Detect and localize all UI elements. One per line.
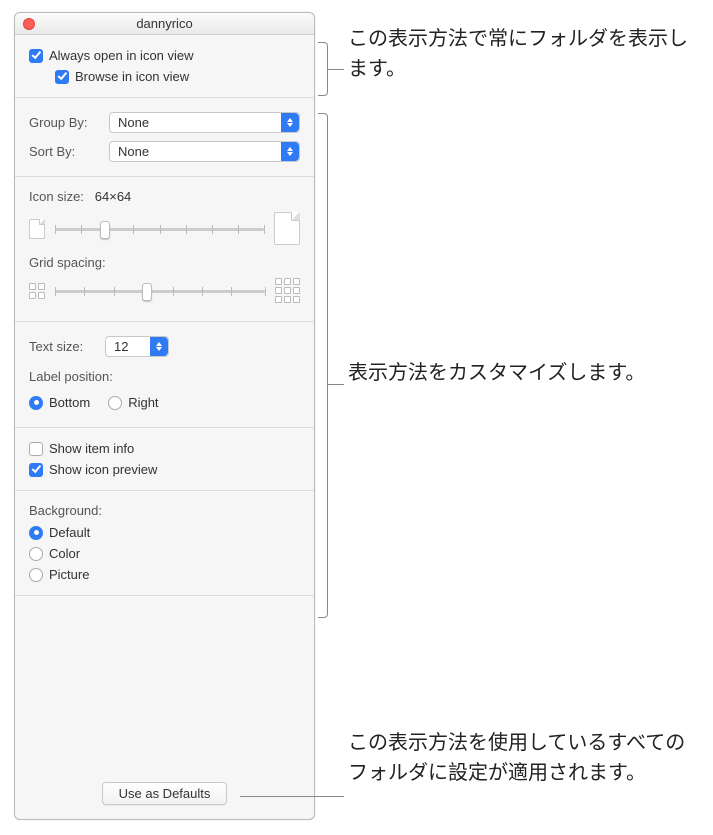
grid-spacing-label: Grid spacing: (29, 253, 300, 274)
bracket-top (318, 42, 328, 96)
section-show: Show item info Show icon preview (15, 428, 314, 491)
section-background: Background: Default Color Picture (15, 491, 314, 596)
show-icon-preview-label: Show icon preview (49, 462, 157, 477)
sort-by-value: None (118, 144, 149, 159)
show-icon-preview-checkbox[interactable] (29, 463, 43, 477)
background-picture-radio[interactable] (29, 568, 43, 582)
grid-spacing-slider[interactable] (55, 281, 265, 301)
callout-line-top (328, 69, 344, 70)
document-large-icon (274, 212, 300, 245)
label-right-text: Right (128, 395, 158, 410)
label-bottom-radio[interactable] (29, 396, 43, 410)
annotation-top: この表示方法で常にフォルダを表示します。 (348, 24, 698, 84)
updown-icon (150, 337, 168, 356)
updown-icon (281, 113, 299, 132)
updown-icon (281, 142, 299, 161)
grid-large-icon (275, 278, 300, 303)
callout-line-mid (328, 384, 344, 385)
label-position-label: Label position: (29, 361, 300, 388)
titlebar: dannyrico (15, 13, 314, 35)
background-picture-text: Picture (49, 567, 89, 582)
grid-small-icon (29, 283, 45, 299)
window-title: dannyrico (136, 16, 192, 31)
show-item-info-label: Show item info (49, 441, 134, 456)
always-open-label: Always open in icon view (49, 48, 194, 63)
section-always-open: Always open in icon view Browse in icon … (15, 35, 314, 98)
document-small-icon (29, 219, 45, 239)
annotation-bottom: この表示方法を使用しているすべてのフォルダに設定が適用されます。 (348, 728, 698, 788)
browse-in-icon-checkbox[interactable] (55, 70, 69, 84)
sort-by-select[interactable]: None (109, 141, 300, 162)
icon-size-slider[interactable] (55, 219, 264, 239)
bracket-mid (318, 113, 328, 618)
section-sort: Group By: None Sort By: None (15, 98, 314, 177)
section-icon-size: Icon size: 64×64 Grid spacing: (15, 177, 314, 322)
background-default-text: Default (49, 525, 90, 540)
callout-line-bottom (240, 796, 344, 797)
group-by-label: Group By: (29, 115, 101, 130)
background-color-radio[interactable] (29, 547, 43, 561)
footer: Use as Defaults (15, 768, 314, 819)
background-color-text: Color (49, 546, 80, 561)
group-by-value: None (118, 115, 149, 130)
always-open-checkbox[interactable] (29, 49, 43, 63)
sort-by-label: Sort By: (29, 144, 101, 159)
background-default-radio[interactable] (29, 526, 43, 540)
label-right-radio[interactable] (108, 396, 122, 410)
text-size-value: 12 (114, 339, 128, 354)
label-bottom-text: Bottom (49, 395, 90, 410)
background-label: Background: (29, 501, 300, 522)
annotation-middle: 表示方法をカスタマイズします。 (348, 358, 698, 388)
use-as-defaults-button[interactable]: Use as Defaults (102, 782, 228, 805)
text-size-select[interactable]: 12 (105, 336, 169, 357)
browse-in-icon-label: Browse in icon view (75, 69, 189, 84)
icon-size-label: Icon size: (29, 189, 84, 204)
text-size-label: Text size: (29, 339, 97, 354)
view-options-window: dannyrico Always open in icon view Brows… (14, 12, 315, 820)
section-text: Text size: 12 Label position: Bottom Rig… (15, 322, 314, 428)
icon-size-value: 64×64 (95, 189, 132, 204)
close-button[interactable] (23, 18, 35, 30)
group-by-select[interactable]: None (109, 112, 300, 133)
show-item-info-checkbox[interactable] (29, 442, 43, 456)
